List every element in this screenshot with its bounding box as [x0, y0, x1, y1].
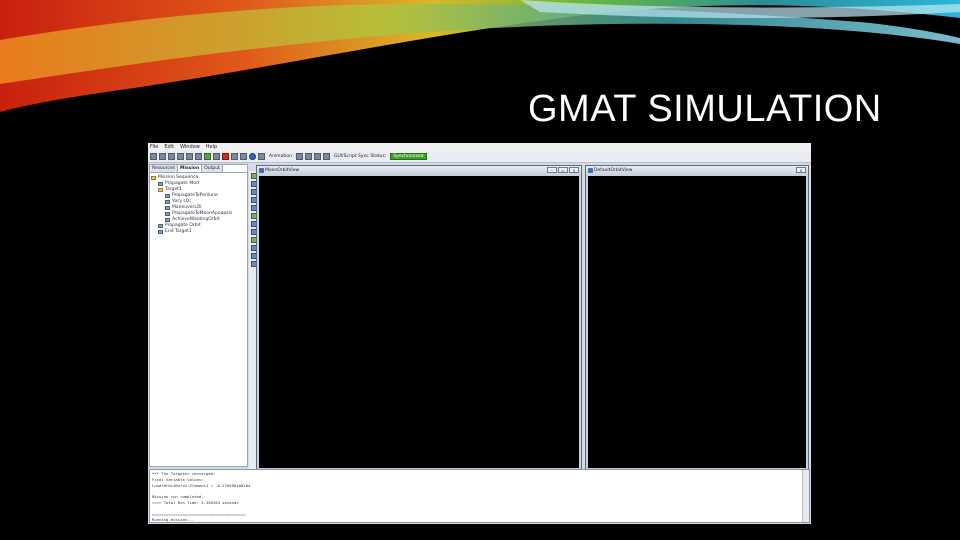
paste-icon[interactable]: [195, 153, 202, 160]
menu-edit[interactable]: Edit: [164, 143, 174, 151]
toolbar: Animation GUI/Script Sync Status: Synchr…: [148, 151, 811, 163]
menu-file[interactable]: File: [150, 143, 158, 151]
window-titlebar[interactable]: DefaultOrbitView ×: [586, 166, 808, 175]
orbit-view-canvas[interactable]: [588, 176, 806, 468]
command-icon: [165, 218, 170, 222]
message-lines: *** The Targeter converged! Final Variabl…: [152, 471, 807, 523]
script-sync-status-badge: Synchronized: [390, 153, 427, 160]
gmat-screenshot: File Edit Window Help Animation GUI/Scri…: [148, 143, 811, 524]
command-icon: [165, 206, 170, 210]
mission-tree-panel: Resources Mission Output Mission Sequenc…: [149, 164, 248, 467]
folder-icon: [158, 188, 163, 192]
default-orbit-view-window[interactable]: DefaultOrbitView ×: [585, 165, 809, 471]
animation-label: Animation: [269, 154, 292, 159]
webcam-icon[interactable]: [258, 153, 265, 160]
moon-orbit-view-window[interactable]: MoonOrbitView – ▭ ×: [256, 165, 582, 471]
stop-icon[interactable]: [222, 153, 229, 160]
run-icon[interactable]: [204, 153, 211, 160]
window-title: DefaultOrbitView: [594, 168, 633, 173]
window-icon: [588, 168, 593, 173]
window-icon: [259, 168, 264, 173]
command-icon: [165, 212, 170, 216]
help-icon[interactable]: [249, 153, 256, 160]
command-icon: [158, 182, 163, 186]
pause-icon[interactable]: [213, 153, 220, 160]
message-window: *** The Targeter converged! Final Variabl…: [149, 469, 810, 523]
close-button[interactable]: ×: [796, 167, 806, 173]
tab-mission[interactable]: Mission: [177, 165, 203, 172]
minimize-button[interactable]: –: [547, 167, 557, 173]
tab-resources[interactable]: Resources: [150, 165, 178, 172]
message-scrollbar[interactable]: [802, 470, 809, 522]
menu-help[interactable]: Help: [206, 143, 217, 151]
tab-output[interactable]: Output: [202, 165, 223, 172]
folder-icon: [151, 176, 156, 180]
command-icon: [158, 224, 163, 228]
new-icon[interactable]: [150, 153, 157, 160]
tree-item[interactable]: End Target1: [151, 229, 246, 235]
close-all-icon[interactable]: [240, 153, 247, 160]
menu-bar: File Edit Window Help: [148, 143, 811, 151]
orbit-view-canvas[interactable]: [259, 176, 579, 468]
cut-icon[interactable]: [186, 153, 193, 160]
save-icon[interactable]: [168, 153, 175, 160]
command-icon: [165, 200, 170, 204]
copy-icon[interactable]: [177, 153, 184, 160]
animation-slower-icon[interactable]: [322, 153, 330, 160]
panel-tabs: Resources Mission Output: [150, 165, 247, 173]
open-icon[interactable]: [159, 153, 166, 160]
menu-window[interactable]: Window: [180, 143, 200, 151]
script-sync-label: GUI/Script Sync Status:: [333, 154, 387, 159]
close-button[interactable]: ×: [569, 167, 579, 173]
animation-play-icon[interactable]: [295, 153, 303, 160]
window-title: MoonOrbitView: [265, 168, 300, 173]
animation-stop-icon[interactable]: [304, 153, 312, 160]
screenshot-icon[interactable]: [231, 153, 238, 160]
command-icon: [158, 230, 163, 234]
window-titlebar[interactable]: MoonOrbitView – ▭ ×: [257, 166, 581, 175]
mission-tree: Mission Sequence Propagate Mod Target1 Prop…: [150, 173, 247, 237]
message-line: Running mission...: [152, 517, 195, 523]
slide-title: GMAT SIMULATION: [528, 88, 882, 130]
command-icon: [165, 194, 170, 198]
tree-item-label: End Target1: [165, 229, 192, 234]
restore-button[interactable]: ▭: [558, 167, 568, 173]
animation-faster-icon[interactable]: [313, 153, 321, 160]
